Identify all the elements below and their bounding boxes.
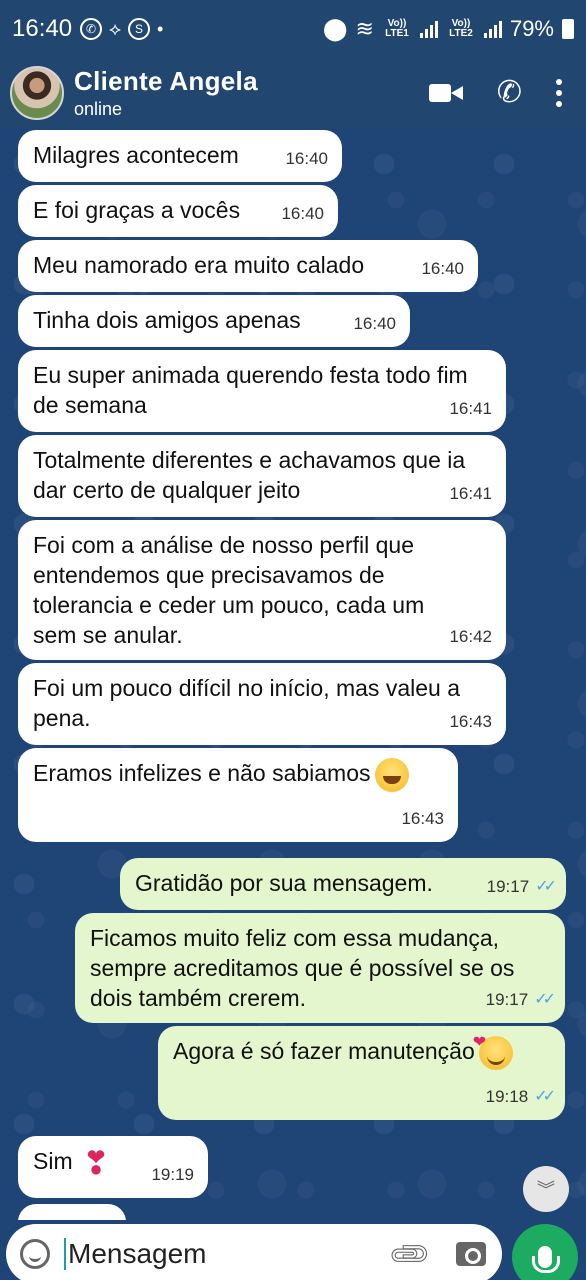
message-bubble[interactable]: Milagres acontecem 16:40: [18, 130, 342, 182]
message-bubble[interactable]: Meu namorado era muito calado 16:40: [18, 240, 478, 292]
mic-icon: [532, 1246, 560, 1273]
more-options-icon[interactable]: [556, 79, 562, 107]
voice-call-icon[interactable]: ✆: [497, 78, 522, 108]
message-time: 19:17: [486, 877, 530, 896]
message-text: Ficamos muito feliz com essa mudança, se…: [90, 925, 515, 1011]
mic-button[interactable]: [512, 1224, 578, 1280]
message-text: Meu namorado era muito calado: [33, 252, 365, 278]
whatsapp-notification-icon: ✆: [80, 18, 103, 40]
status-bar: 16:40 ✆ ⟡ S • ⬤ ≋ Vo)) LTE1 Vo)) LTE2 79…: [0, 0, 586, 58]
message-bubble[interactable]: Tinha dois amigos apenas 16:40: [18, 295, 410, 347]
message-input-container: 📎︎: [6, 1224, 502, 1280]
message-time: 16:43: [401, 809, 444, 828]
battery-icon: [562, 19, 574, 39]
message-time: 19:19: [151, 1165, 194, 1184]
message-input[interactable]: [64, 1238, 364, 1270]
message-text: Milagres acontecem: [33, 142, 239, 168]
message-text: E foi graças a vocês: [33, 197, 241, 223]
s-app-notification-icon: S: [127, 18, 150, 40]
message-bubble[interactable]: Agora é só fazer manutenção 19:18 ✓✓: [158, 1026, 565, 1120]
dot-icon: •: [156, 18, 164, 39]
chevron-down-icon: ︾: [537, 1180, 555, 1200]
sim2-label: Vo)) LTE2: [449, 18, 473, 39]
video-call-icon[interactable]: [428, 82, 463, 104]
grinning-sweat-emoji-icon: [374, 758, 409, 792]
scroll-down-button[interactable]: ︾: [523, 1166, 569, 1212]
message-time: 16:40: [353, 314, 396, 333]
message-time: 16:40: [421, 259, 464, 278]
message-bubble[interactable]: Foi com a análise de nosso perfil que en…: [18, 520, 506, 660]
message-bubble[interactable]: Ficamos muito feliz com essa mudança, se…: [75, 913, 565, 1023]
message-time: 19:18: [485, 1087, 529, 1106]
camera-icon[interactable]: [456, 1242, 486, 1266]
message-time: 16:41: [449, 484, 492, 503]
message-time: 16:40: [285, 149, 328, 168]
read-ticks-icon: ✓✓: [534, 991, 556, 1008]
avatar[interactable]: [10, 66, 64, 120]
read-ticks-icon: ✓✓: [535, 878, 557, 895]
message-bubble[interactable]: Foi um pouco difícil no início, mas vale…: [18, 663, 506, 745]
status-time: 16:40: [12, 15, 73, 42]
message-time: 16:43: [449, 712, 492, 731]
signal2-icon: [483, 20, 502, 38]
message-time: 16:41: [449, 399, 492, 418]
message-text: Eramos infelizes e não sabiamos: [33, 760, 371, 787]
location-notification-icon: ⟡: [109, 18, 121, 39]
smiling-hearts-emoji-icon: [473, 1028, 513, 1070]
message-bubble[interactable]: Totalmente diferentes e achavamos que ia…: [18, 435, 506, 517]
message-text: Agora é só fazer manutenção: [173, 1038, 475, 1065]
wifi-icon: ≋: [355, 16, 374, 41]
location-icon: ⬤: [322, 16, 348, 41]
chat-header: Cliente Angela online ✆: [0, 58, 586, 128]
message-bubble[interactable]: Gratidão por sua mensagem. 19:17 ✓✓: [120, 858, 566, 910]
input-bar: 📎︎: [0, 1220, 586, 1280]
message-time: 16:42: [449, 627, 492, 646]
attach-icon[interactable]: 📎︎: [386, 1230, 434, 1278]
heart-exclamation-emoji-icon: ❣: [82, 1144, 110, 1181]
message-text: Eu super animada querendo festa todo fim…: [33, 362, 468, 418]
message-bubble[interactable]: Sim ❣ 19:19: [18, 1136, 208, 1198]
message-text: Tinha dois amigos apenas: [33, 307, 301, 333]
message-time: 19:17: [485, 990, 529, 1009]
signal1-icon: [419, 20, 438, 38]
message-time: 16:40: [281, 204, 324, 223]
message-bubble[interactable]: E foi graças a vocês 16:40: [18, 185, 338, 237]
emoji-icon[interactable]: [20, 1239, 50, 1269]
message-text: Foi com a análise de nosso perfil que en…: [33, 532, 425, 648]
battery-percent: 79%: [509, 16, 554, 41]
message-text: Sim: [33, 1148, 73, 1174]
message-text: Foi um pouco difícil no início, mas vale…: [33, 675, 460, 731]
read-ticks-icon: ✓✓: [534, 1088, 556, 1105]
message-bubble[interactable]: Eu super animada querendo festa todo fim…: [18, 350, 506, 432]
message-text: Totalmente diferentes e achavamos que ia…: [33, 447, 466, 503]
message-bubble[interactable]: Eramos infelizes e não sabiamos 16:43: [18, 748, 458, 842]
chat-area[interactable]: Milagres acontecem 16:40 E foi graças a …: [0, 128, 586, 1220]
contact-name[interactable]: Cliente Angela: [74, 66, 258, 97]
contact-info[interactable]: Cliente Angela online: [74, 66, 258, 120]
contact-status: online: [74, 99, 123, 119]
message-bubble-partial[interactable]: [18, 1204, 126, 1220]
sim1-label: Vo)) LTE1: [385, 18, 409, 39]
